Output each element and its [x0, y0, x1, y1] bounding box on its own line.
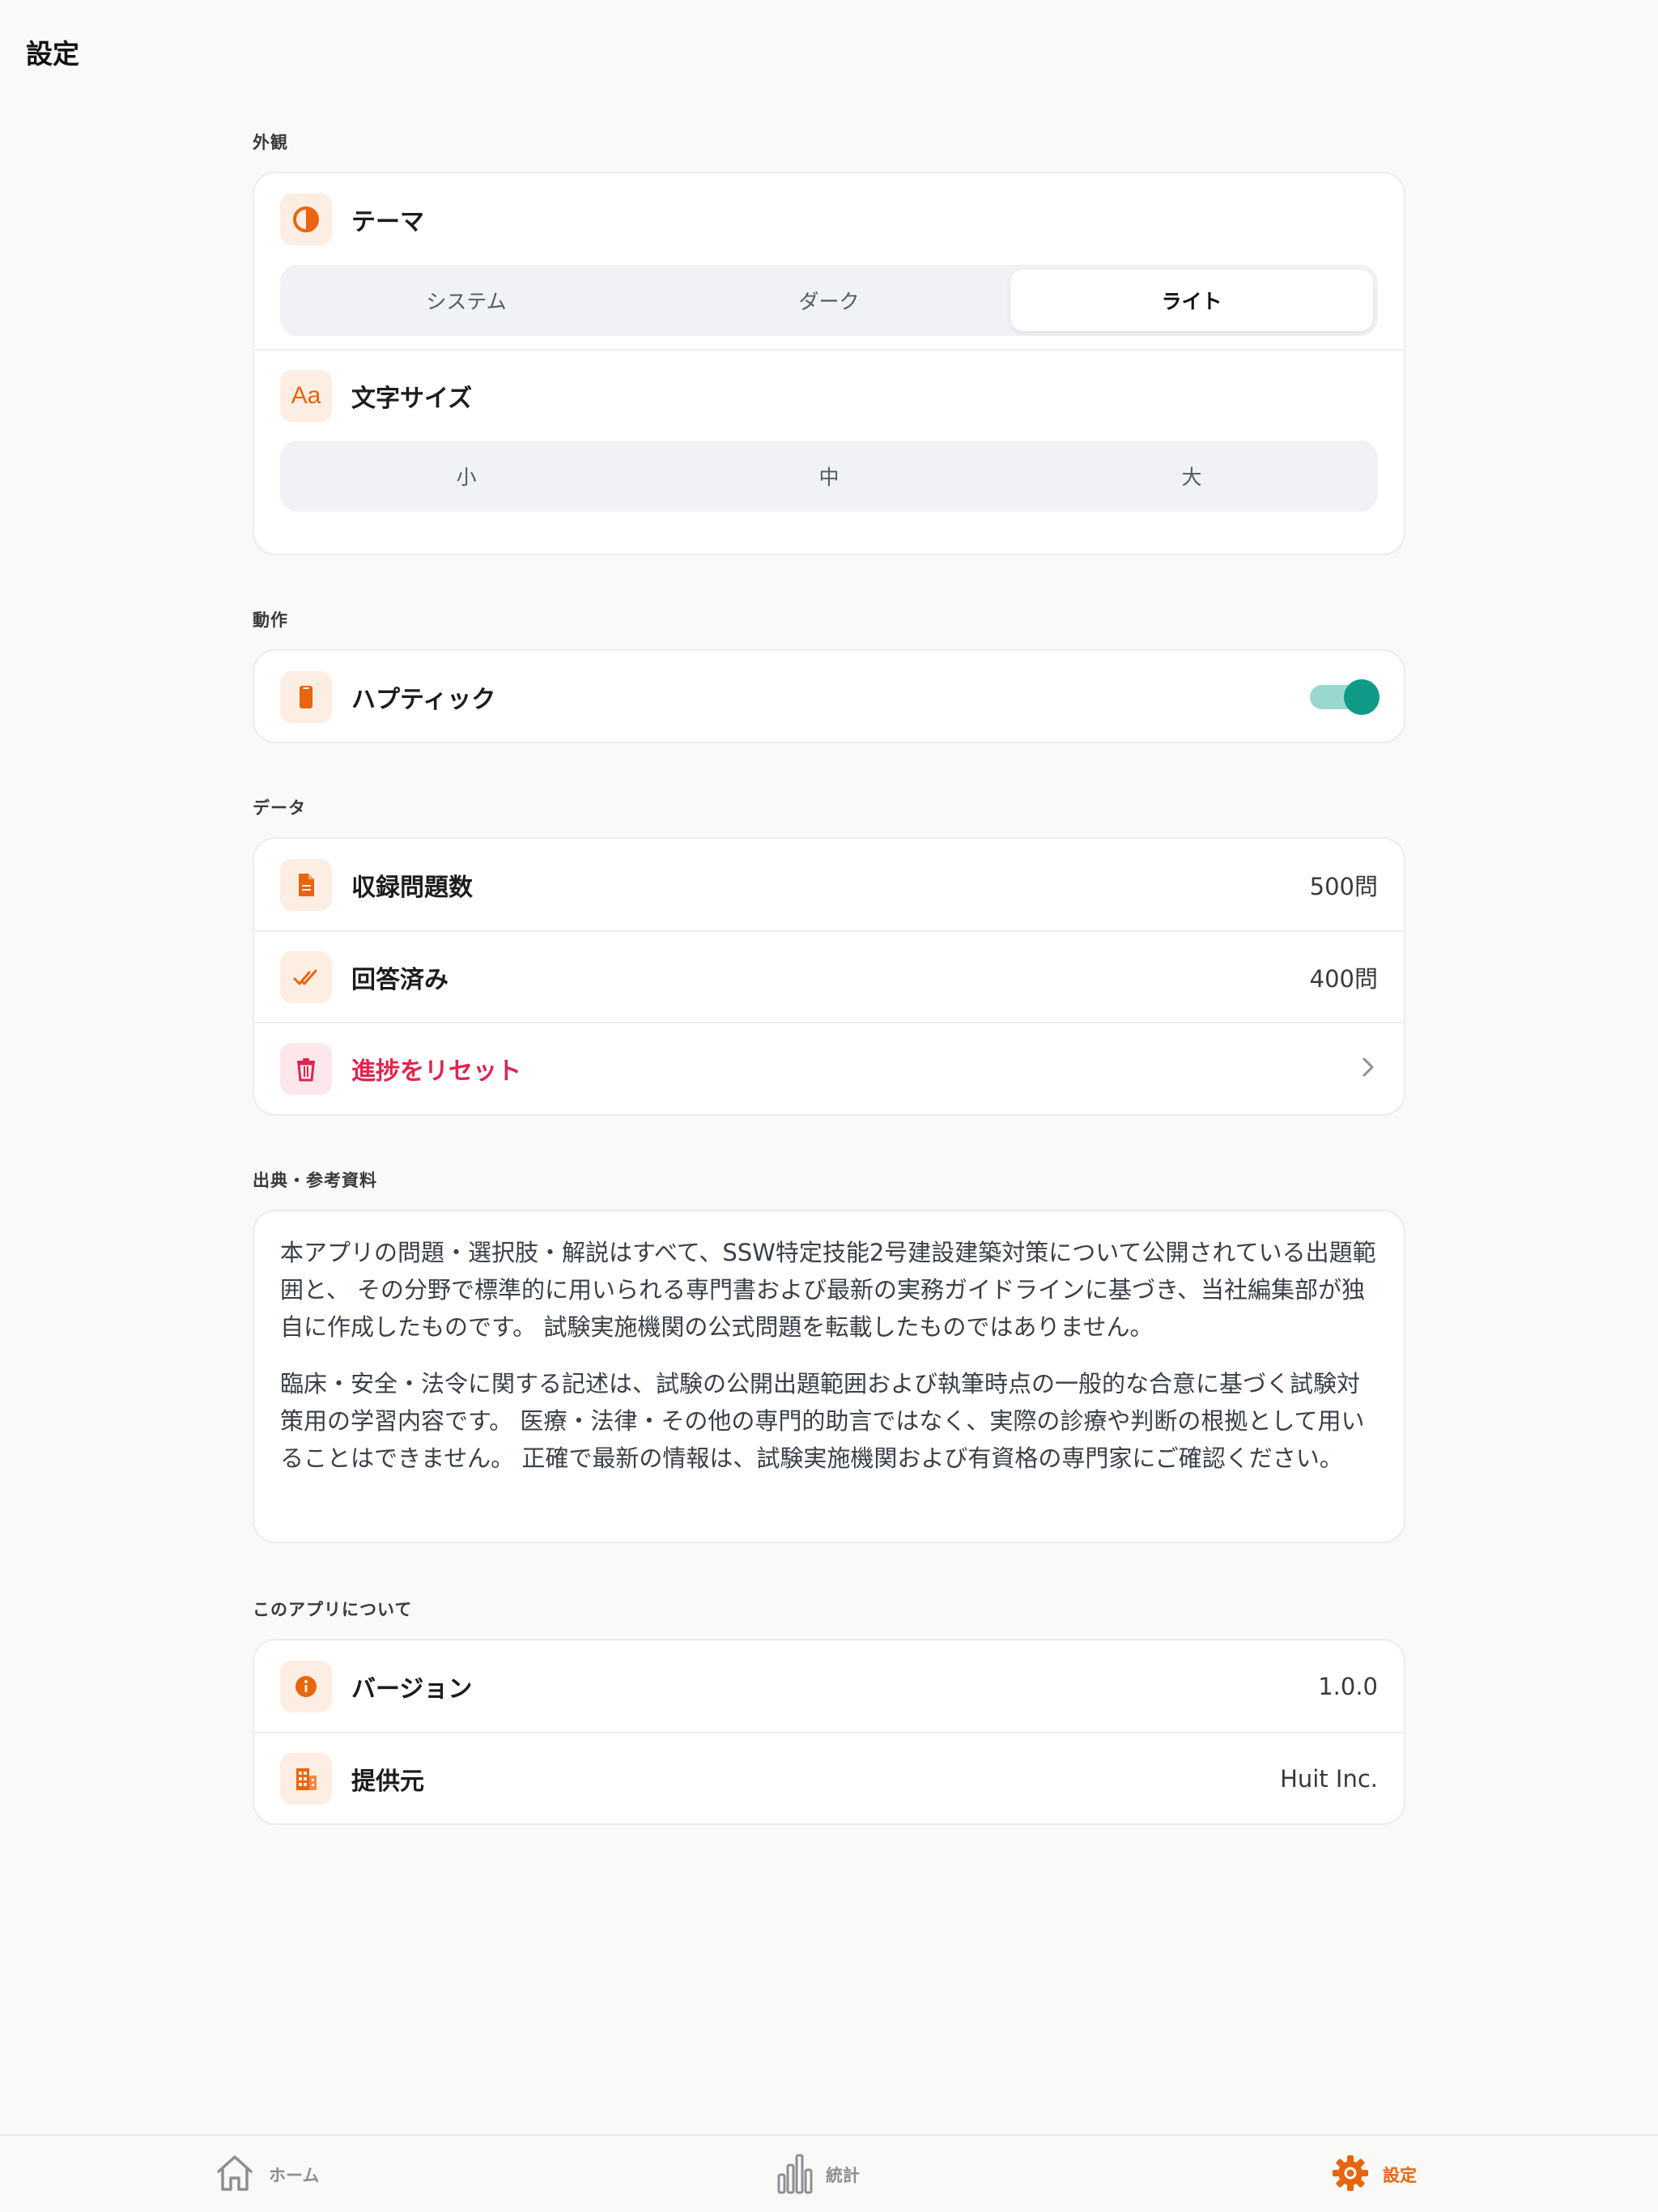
- answered-value: 400問: [1309, 964, 1378, 993]
- answered-row: 回答済み 400問: [254, 930, 1404, 1022]
- section-label-data: データ: [253, 798, 306, 818]
- theme-segmented-control: システム ダーク ライト: [280, 265, 1378, 336]
- font-size-row: Aa 文字サイズ: [254, 349, 1404, 440]
- provider-value: Huit Inc.: [1280, 1764, 1378, 1793]
- gear-icon: [1331, 2154, 1370, 2196]
- appearance-card: テーマ システム ダーク ライト Aa 文字サイズ 小 中 大: [253, 172, 1405, 555]
- font-size-option-small[interactable]: 小: [285, 445, 648, 507]
- version-label: バージョン: [351, 1674, 473, 1704]
- haptics-toggle[interactable]: [1310, 678, 1380, 715]
- half-circle-icon: [280, 193, 332, 245]
- home-icon: [214, 2152, 256, 2197]
- font-size-option-medium[interactable]: 中: [648, 445, 1010, 507]
- data-card: 収録問題数 500問 回答済み 400問 進捗をリセット: [253, 837, 1405, 1116]
- tab-stats[interactable]: 統計: [777, 2136, 860, 2212]
- section-label-behavior: 動作: [253, 610, 288, 630]
- chevron-right-icon: [1358, 1054, 1378, 1083]
- trash-icon: [280, 1042, 332, 1095]
- haptics-row: ハプティック: [254, 651, 1404, 742]
- section-label-about: このアプリについて: [253, 1600, 413, 1619]
- theme-option-light[interactable]: ライト: [1010, 270, 1373, 331]
- tab-settings-label: 設定: [1383, 2166, 1417, 2185]
- double-check-icon: [280, 951, 332, 1003]
- font-size-label: 文字サイズ: [351, 384, 473, 413]
- reset-progress-row[interactable]: 進捗をリセット: [254, 1022, 1404, 1113]
- version-value: 1.0.0: [1318, 1672, 1378, 1700]
- sources-paragraph-1: 本アプリの問題・選択肢・解説はすべて、SSW特定技能2号建設建築対策について公開…: [280, 1239, 1376, 1341]
- font-size-option-large[interactable]: 大: [1010, 445, 1373, 507]
- text-size-icon: Aa: [280, 369, 332, 422]
- total-questions-row: 収録問題数 500問: [254, 839, 1404, 930]
- document-icon: [280, 858, 332, 911]
- theme-label: テーマ: [351, 207, 424, 236]
- theme-row: テーマ: [254, 173, 1404, 265]
- answered-label: 回答済み: [351, 965, 449, 994]
- building-icon: [280, 1752, 332, 1805]
- sources-paragraph-2: 臨床・安全・法令に関する記述は、試験の公開出題範囲および執筆時点の一般的な合意に…: [280, 1370, 1365, 1472]
- theme-option-system[interactable]: システム: [285, 270, 648, 331]
- reset-progress-label: 進捗をリセット: [351, 1057, 521, 1086]
- toggle-knob: [1344, 678, 1380, 715]
- tab-stats-label: 統計: [826, 2166, 860, 2185]
- theme-option-dark[interactable]: ダーク: [648, 270, 1010, 331]
- about-card: バージョン 1.0.0 提供元 Huit Inc.: [253, 1639, 1405, 1825]
- bar-chart-icon: [777, 2152, 813, 2197]
- version-row: バージョン 1.0.0: [254, 1640, 1404, 1732]
- info-icon: [280, 1660, 332, 1712]
- sources-card: 本アプリの問題・選択肢・解説はすべて、SSW特定技能2号建設建築対策について公開…: [253, 1210, 1405, 1543]
- haptics-label: ハプティック: [351, 685, 496, 714]
- page-title: 設定: [26, 38, 79, 70]
- font-size-segmented-control: 小 中 大: [280, 440, 1378, 512]
- behavior-card: ハプティック: [253, 649, 1405, 743]
- tab-home-label: ホーム: [269, 2166, 320, 2185]
- tab-settings[interactable]: 設定: [1331, 2136, 1417, 2212]
- phone-icon: [280, 670, 332, 723]
- section-label-sources: 出典・参考資料: [253, 1171, 377, 1190]
- tab-bar: ホーム 統計 設定: [0, 2134, 1658, 2212]
- total-questions-label: 収録問題数: [351, 873, 473, 902]
- provider-label: 提供元: [351, 1767, 424, 1796]
- total-questions-value: 500問: [1309, 872, 1378, 900]
- section-label-appearance: 外観: [253, 133, 288, 152]
- tab-home[interactable]: ホーム: [214, 2136, 319, 2212]
- provider-row: 提供元 Huit Inc.: [254, 1732, 1404, 1823]
